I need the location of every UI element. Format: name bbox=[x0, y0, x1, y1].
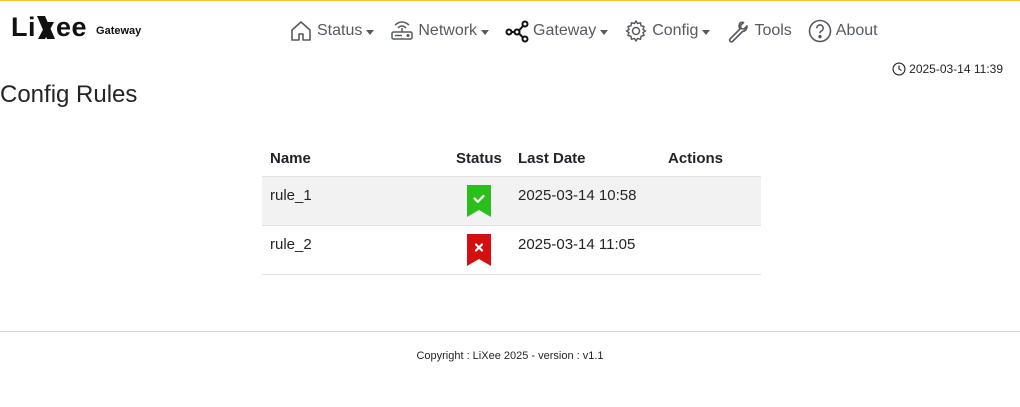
caret-down-icon bbox=[600, 29, 609, 35]
table-row: rule_2 2025-03-14 11:05 bbox=[262, 225, 761, 275]
rule-name: rule_2 bbox=[262, 225, 448, 275]
logo-text-left: Li bbox=[11, 12, 36, 42]
footer-divider bbox=[0, 331, 1020, 332]
lixee-logo[interactable]: Li ee bbox=[11, 11, 87, 41]
page-title: Config Rules bbox=[0, 81, 138, 108]
question-circle-icon bbox=[808, 19, 832, 43]
nav-status[interactable]: Status bbox=[289, 17, 375, 45]
rule-last-date: 2025-03-14 10:58 bbox=[510, 176, 660, 226]
col-header-last-date[interactable]: Last Date bbox=[510, 142, 660, 177]
logo-text-right: ee bbox=[56, 12, 88, 42]
house-icon bbox=[289, 19, 313, 43]
clock-icon bbox=[892, 62, 906, 76]
footer-copyright: Copyright : LiXee 2025 - version : v1.1 bbox=[416, 350, 604, 362]
nav-network[interactable]: Network bbox=[390, 17, 490, 45]
current-time: 2025-03-14 11:39 bbox=[892, 62, 1003, 76]
rules-table: Name Status Last Date Actions rule_1 202… bbox=[262, 142, 761, 275]
clock-datetime: 2025-03-14 11:39 bbox=[909, 62, 1003, 76]
nav-about[interactable]: About bbox=[808, 17, 878, 45]
nav-tools-label: Tools bbox=[754, 22, 792, 39]
diagram-icon bbox=[505, 19, 529, 43]
nav-gateway-label: Gateway bbox=[533, 22, 597, 39]
wrench-icon bbox=[726, 19, 750, 43]
rule-name: rule_1 bbox=[262, 176, 448, 226]
rule-last-date: 2025-03-14 11:05 bbox=[510, 225, 660, 275]
nav-network-label: Network bbox=[418, 22, 478, 39]
col-header-name[interactable]: Name bbox=[262, 142, 448, 177]
nav-tools[interactable]: Tools bbox=[726, 17, 792, 45]
caret-down-icon bbox=[481, 29, 490, 35]
nav-config-label: Config bbox=[652, 22, 699, 39]
rule-actions bbox=[660, 225, 761, 275]
rule-status bbox=[448, 225, 510, 275]
caret-down-icon bbox=[702, 29, 711, 35]
col-header-actions: Actions bbox=[660, 142, 761, 177]
footer: Copyright : LiXee 2025 - version : v1.1 bbox=[0, 350, 1020, 362]
nav-config[interactable]: Config bbox=[624, 17, 711, 45]
gear-icon bbox=[624, 19, 648, 43]
col-header-status[interactable]: Status bbox=[448, 142, 510, 177]
rule-status bbox=[448, 176, 510, 226]
rule-actions bbox=[660, 176, 761, 226]
table-row: rule_1 2025-03-14 10:58 bbox=[262, 176, 761, 226]
nav-gateway[interactable]: Gateway bbox=[505, 17, 609, 45]
top-accent-line bbox=[0, 0, 1020, 1]
main-nav: Status Network Gateway Config Tools Abou… bbox=[289, 17, 878, 45]
brand-subtitle: Gateway bbox=[96, 24, 142, 37]
bookmark-x-icon bbox=[467, 233, 491, 266]
brand[interactable]: Li ee Gateway bbox=[11, 11, 141, 41]
nav-about-label: About bbox=[835, 22, 878, 39]
bookmark-check-icon bbox=[467, 184, 491, 217]
table-header-row: Name Status Last Date Actions bbox=[262, 142, 761, 177]
logo-x-mark bbox=[36, 14, 56, 41]
caret-down-icon bbox=[366, 29, 375, 35]
nav-status-label: Status bbox=[317, 22, 363, 39]
router-icon bbox=[390, 19, 414, 43]
